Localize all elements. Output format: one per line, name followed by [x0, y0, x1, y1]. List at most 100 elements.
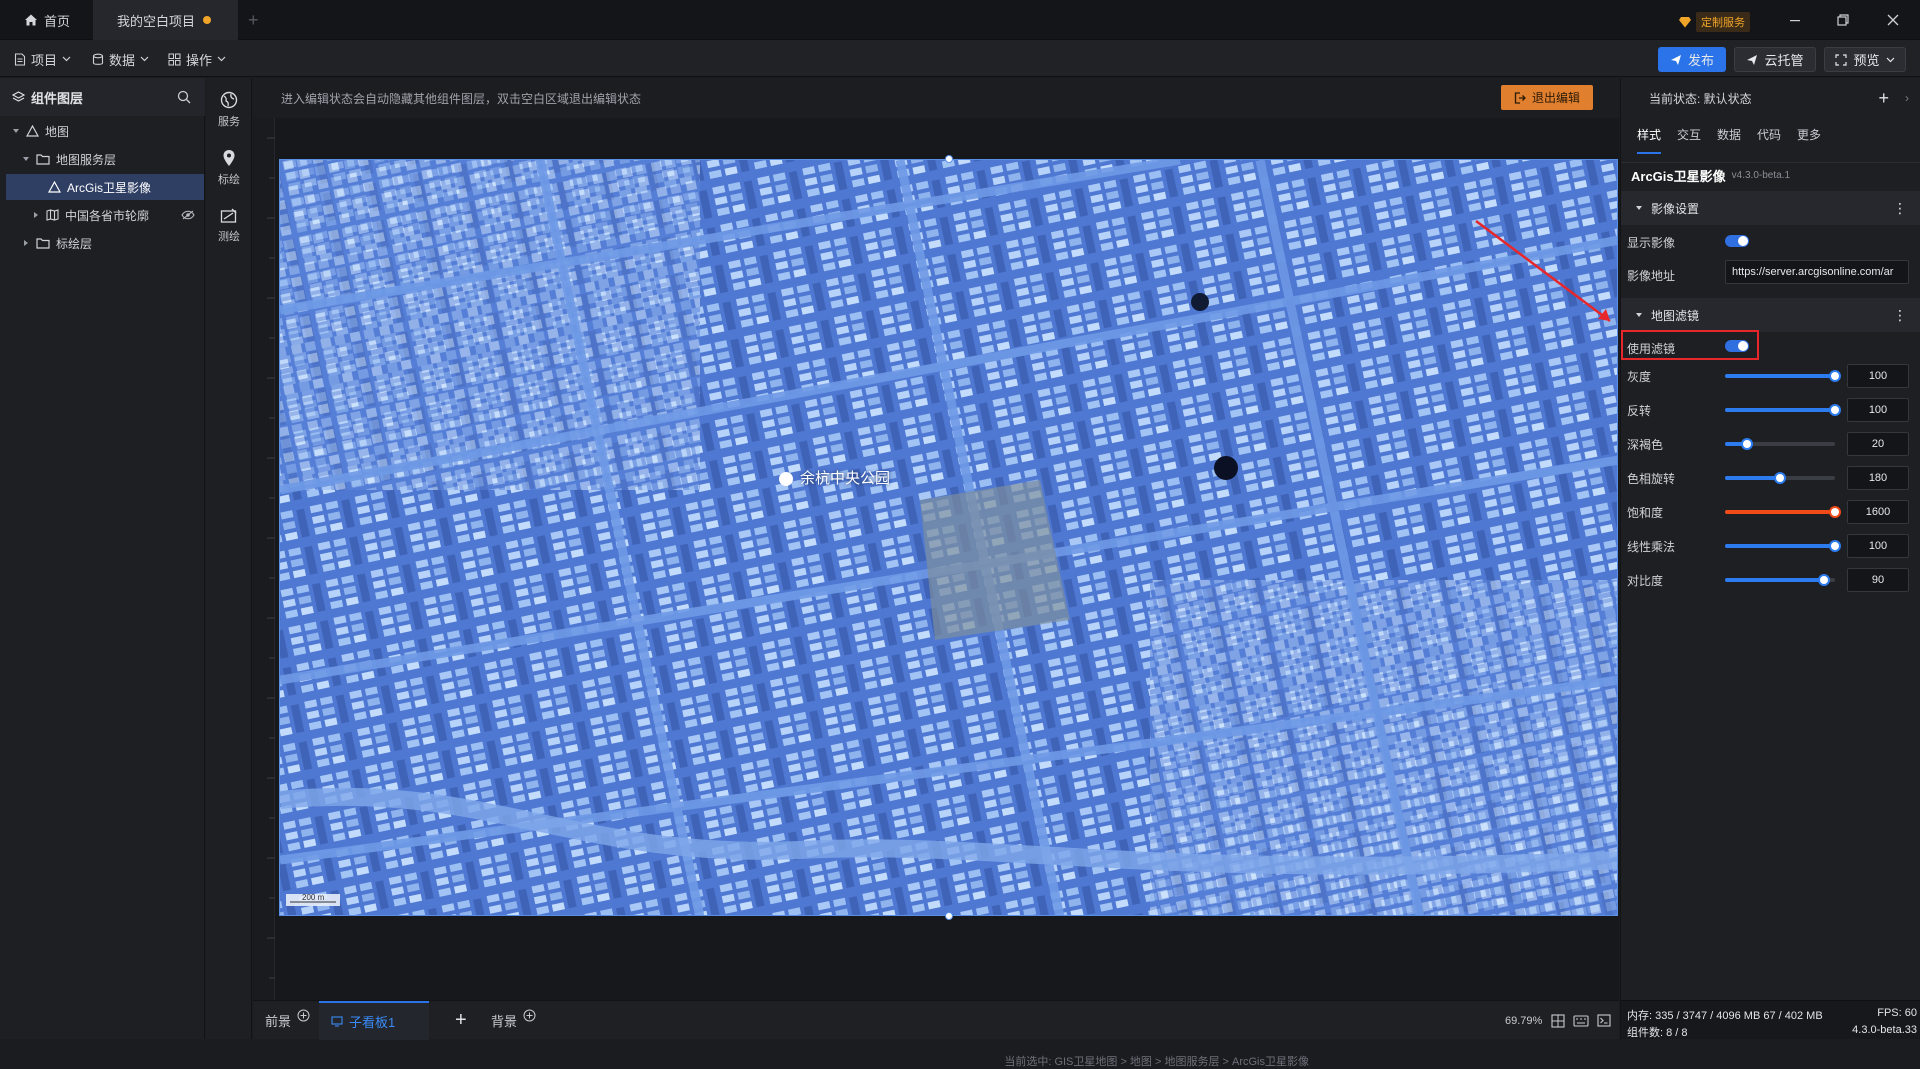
tab-background[interactable]: 背景: [491, 1001, 536, 1040]
app-version: 4.3.0-beta.33: [1852, 1024, 1917, 1036]
home-icon: [24, 13, 38, 27]
tool-measure[interactable]: 测绘: [206, 198, 252, 254]
filter-value-input[interactable]: 100: [1847, 398, 1909, 422]
tree-item-map-service[interactable]: 地图服务层: [0, 146, 205, 172]
search-icon[interactable]: [177, 90, 191, 104]
grid-icon: [168, 53, 181, 65]
custom-service-button[interactable]: 定制服务: [1678, 12, 1750, 32]
satellite-map[interactable]: 余杭中央公园 200 m: [279, 159, 1618, 916]
menu-operation-label: 操作: [186, 52, 213, 68]
menu-project[interactable]: 项目: [14, 48, 71, 70]
slider-knob[interactable]: [1774, 472, 1786, 484]
resize-handle-top[interactable]: [945, 155, 953, 163]
slider-knob[interactable]: [1829, 540, 1841, 552]
tab-project[interactable]: 我的空白项目: [93, 0, 238, 40]
caret-right-icon: [24, 240, 28, 246]
exit-edit-button[interactable]: 退出编辑: [1501, 85, 1593, 110]
tab-foreground[interactable]: 前景: [265, 1001, 310, 1040]
tool-plot[interactable]: 标绘: [206, 140, 252, 196]
tab-more[interactable]: 更多: [1797, 126, 1821, 154]
current-state-label[interactable]: 当前状态: 默认状态: [1649, 90, 1752, 107]
resize-handle-bottom[interactable]: [945, 912, 953, 920]
more-vertical-icon[interactable]: ⋮: [1893, 307, 1907, 324]
add-state-button[interactable]: +: [1878, 88, 1889, 109]
console-button[interactable]: [1597, 1001, 1611, 1040]
hidden-eye-icon[interactable]: [181, 210, 195, 220]
chevron-right-icon[interactable]: ›: [1905, 91, 1909, 105]
filter-slider[interactable]: [1725, 438, 1835, 450]
more-vertical-icon[interactable]: ⋮: [1893, 200, 1907, 217]
slider-fill: [1725, 374, 1835, 378]
tab-home[interactable]: 首页: [0, 0, 92, 40]
filter-label: 反转: [1627, 404, 1652, 418]
unsaved-dot-icon: [203, 16, 212, 24]
tree-item-map[interactable]: 地图: [0, 118, 205, 144]
image-url-input[interactable]: https://server.arcgisonline.com/ar: [1725, 260, 1909, 284]
tab-child-panel[interactable]: 子看板1: [319, 1001, 429, 1040]
minimize-icon: [1790, 20, 1800, 22]
filter-value-input[interactable]: 100: [1847, 364, 1909, 388]
fit-screen-button[interactable]: [1551, 1001, 1565, 1040]
map-layer-icon: [26, 125, 39, 137]
filter-slider[interactable]: [1725, 472, 1835, 484]
satellite-imagery: [280, 160, 1617, 915]
filter-slider[interactable]: [1725, 574, 1835, 586]
slider-fill: [1725, 408, 1835, 412]
slider-fill: [1725, 544, 1835, 548]
tool-service[interactable]: 服务: [206, 82, 252, 138]
filter-slider[interactable]: [1725, 370, 1841, 382]
use-filter-toggle[interactable]: [1725, 340, 1749, 352]
filter-slider[interactable]: [1725, 404, 1841, 416]
filter-label: 灰度: [1627, 370, 1652, 384]
section-image-settings[interactable]: 影像设置 ⋮: [1621, 191, 1920, 225]
status-bar: 内存: 335 / 3747 / 4096 MB 67 / 402 MB FPS…: [1621, 1000, 1920, 1039]
layer-panel: 组件图层 地图 地图服务层 ArcGis卫星影像 中国各省市轮廓 标绘层: [0, 78, 205, 1039]
slider-knob[interactable]: [1829, 404, 1841, 416]
vertical-ruler: [253, 118, 275, 1000]
keyboard-button[interactable]: [1573, 1001, 1589, 1040]
tree-item-arcgis[interactable]: ArcGis卫星影像: [6, 174, 204, 200]
component-name: ArcGis卫星影像: [1631, 169, 1726, 184]
show-image-toggle[interactable]: [1725, 235, 1749, 247]
slider-knob[interactable]: [1741, 438, 1753, 450]
show-image-label: 显示影像: [1627, 236, 1676, 250]
edit-hint-bar: 进入编辑状态会自动隐藏其他组件图层，双击空白区域退出编辑状态 退出编辑: [253, 78, 1619, 118]
location-marker-icon[interactable]: [779, 472, 793, 486]
tab-style[interactable]: 样式: [1637, 126, 1662, 154]
tree-item-china-outline[interactable]: 中国各省市轮廓: [0, 202, 205, 228]
tab-interaction[interactable]: 交互: [1677, 126, 1701, 154]
filter-value-input[interactable]: 20: [1847, 432, 1909, 456]
tab-code[interactable]: 代码: [1757, 126, 1781, 154]
tree-item-plot-layer[interactable]: 标绘层: [0, 230, 205, 256]
image-url-label: 影像地址: [1627, 269, 1676, 283]
restore-button[interactable]: [1820, 0, 1866, 40]
menu-operation[interactable]: 操作: [168, 48, 226, 70]
tool-plot-label: 标绘: [218, 174, 240, 186]
add-panel-button[interactable]: +: [455, 1001, 467, 1040]
zoom-level[interactable]: 69.79%: [1505, 1001, 1542, 1040]
menu-data[interactable]: 数据: [92, 48, 149, 70]
filter-value-input[interactable]: 90: [1847, 568, 1909, 592]
tab-data[interactable]: 数据: [1717, 126, 1741, 154]
publish-button[interactable]: 发布: [1658, 47, 1726, 72]
edit-hint-text: 进入编辑状态会自动隐藏其他组件图层，双击空白区域退出编辑状态: [281, 91, 642, 106]
preview-button[interactable]: 预览: [1824, 47, 1906, 72]
cloud-host-button[interactable]: 云托管: [1734, 47, 1816, 72]
slider-knob[interactable]: [1829, 370, 1841, 382]
bottom-bar: 前景 子看板1 + 背景 69.79%: [253, 1000, 1619, 1040]
minimize-button[interactable]: [1772, 0, 1818, 40]
file-icon: [14, 52, 26, 66]
section-map-filter[interactable]: 地图滤镜 ⋮: [1621, 298, 1920, 332]
close-button[interactable]: [1870, 0, 1916, 40]
filter-value-input[interactable]: 100: [1847, 534, 1909, 558]
slider-knob[interactable]: [1818, 574, 1830, 586]
filter-value-input[interactable]: 1600: [1847, 500, 1909, 524]
filter-value-input[interactable]: 180: [1847, 466, 1909, 490]
new-tab-button[interactable]: +: [248, 0, 268, 40]
component-version: v4.3.0-beta.1: [1731, 170, 1791, 181]
monitor-icon: [331, 1016, 343, 1027]
slider-knob[interactable]: [1829, 506, 1841, 518]
filter-slider[interactable]: [1725, 506, 1841, 518]
tab-home-label: 首页: [44, 13, 71, 29]
filter-slider[interactable]: [1725, 540, 1841, 552]
